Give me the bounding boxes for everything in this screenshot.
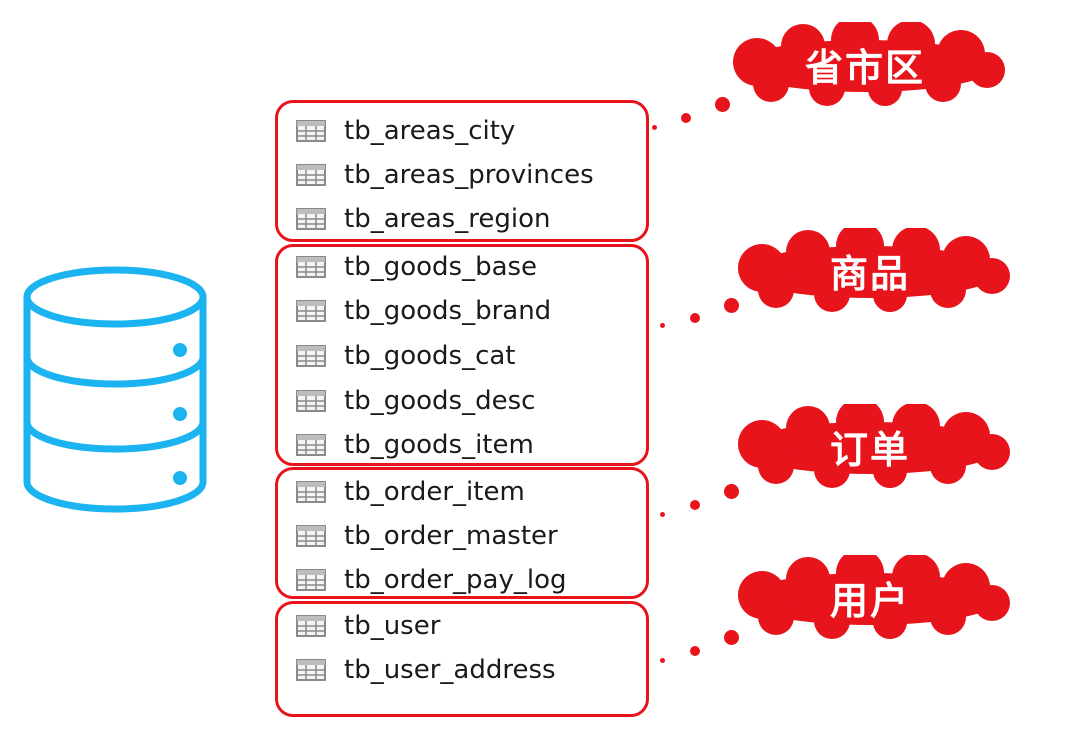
connector-dot <box>690 646 700 656</box>
table-group-order: tb_order_item tb_order_master tb_order_p… <box>275 467 649 599</box>
connector-dot <box>660 323 665 328</box>
table-name: tb_order_master <box>344 521 558 551</box>
table-icon <box>296 569 326 591</box>
table-row[interactable]: tb_order_pay_log <box>296 560 567 600</box>
cloud-label: 用户 <box>829 578 910 623</box>
connector-dot <box>715 97 730 112</box>
table-name: tb_goods_base <box>344 252 538 282</box>
cloud-label: 商品 <box>829 251 910 296</box>
connector-dot <box>724 484 739 499</box>
table-icon <box>296 615 326 637</box>
table-row[interactable]: tb_user_address <box>296 650 556 690</box>
connector-dot <box>724 630 739 645</box>
table-icon <box>296 345 326 367</box>
table-icon <box>296 256 326 278</box>
table-row[interactable]: tb_goods_brand <box>296 291 551 331</box>
table-name: tb_areas_city <box>344 116 516 146</box>
cloud-label: 省市区 <box>804 45 925 90</box>
table-row[interactable]: tb_areas_region <box>296 199 550 239</box>
table-icon <box>296 481 326 503</box>
connector-dot <box>652 125 657 130</box>
table-row[interactable]: tb_areas_city <box>296 111 515 151</box>
table-row[interactable]: tb_goods_base <box>296 247 537 287</box>
table-icon <box>296 434 326 456</box>
table-name: tb_goods_item <box>344 430 534 460</box>
table-name: tb_order_item <box>344 477 525 507</box>
table-row[interactable]: tb_goods_item <box>296 425 534 465</box>
connector-dot <box>724 298 739 313</box>
table-row[interactable]: tb_goods_desc <box>296 381 535 421</box>
cloud-callout-order: 订单 <box>720 398 1020 488</box>
table-name: tb_areas_region <box>344 204 551 234</box>
cloud-callout-goods: 商品 <box>720 222 1020 312</box>
table-name: tb_user <box>344 611 441 641</box>
table-name: tb_goods_cat <box>344 341 516 371</box>
table-name: tb_user_address <box>344 655 556 685</box>
table-group-goods: tb_goods_base tb_goods_brand tb_goods_ca… <box>275 244 649 466</box>
table-group-areas: tb_areas_city tb_areas_provinces tb_area… <box>275 100 649 242</box>
table-name: tb_goods_desc <box>344 386 536 416</box>
connector-dot <box>681 113 691 123</box>
table-icon <box>296 525 326 547</box>
cloud-callout-areas: 省市区 <box>715 16 1015 106</box>
table-icon <box>296 164 326 186</box>
connector-dot <box>660 512 665 517</box>
table-row[interactable]: tb_goods_cat <box>296 336 516 376</box>
table-row[interactable]: tb_user <box>296 606 440 646</box>
table-row[interactable]: tb_order_item <box>296 472 525 512</box>
table-icon <box>296 208 326 230</box>
connector-dot <box>690 500 700 510</box>
table-name: tb_order_pay_log <box>344 565 567 595</box>
table-icon <box>296 300 326 322</box>
table-row[interactable]: tb_areas_provinces <box>296 155 594 195</box>
table-group-user: tb_user tb_user_address <box>275 601 649 717</box>
table-icon <box>296 390 326 412</box>
table-icon <box>296 120 326 142</box>
table-name: tb_goods_brand <box>344 296 552 326</box>
connector-dot <box>690 313 700 323</box>
table-name: tb_areas_provinces <box>344 160 594 190</box>
connector-dot <box>660 658 665 663</box>
cloud-callout-user: 用户 <box>720 549 1020 639</box>
database-icon <box>23 266 207 513</box>
table-row[interactable]: tb_order_master <box>296 516 558 556</box>
table-icon <box>296 659 326 681</box>
cloud-label: 订单 <box>829 427 910 472</box>
